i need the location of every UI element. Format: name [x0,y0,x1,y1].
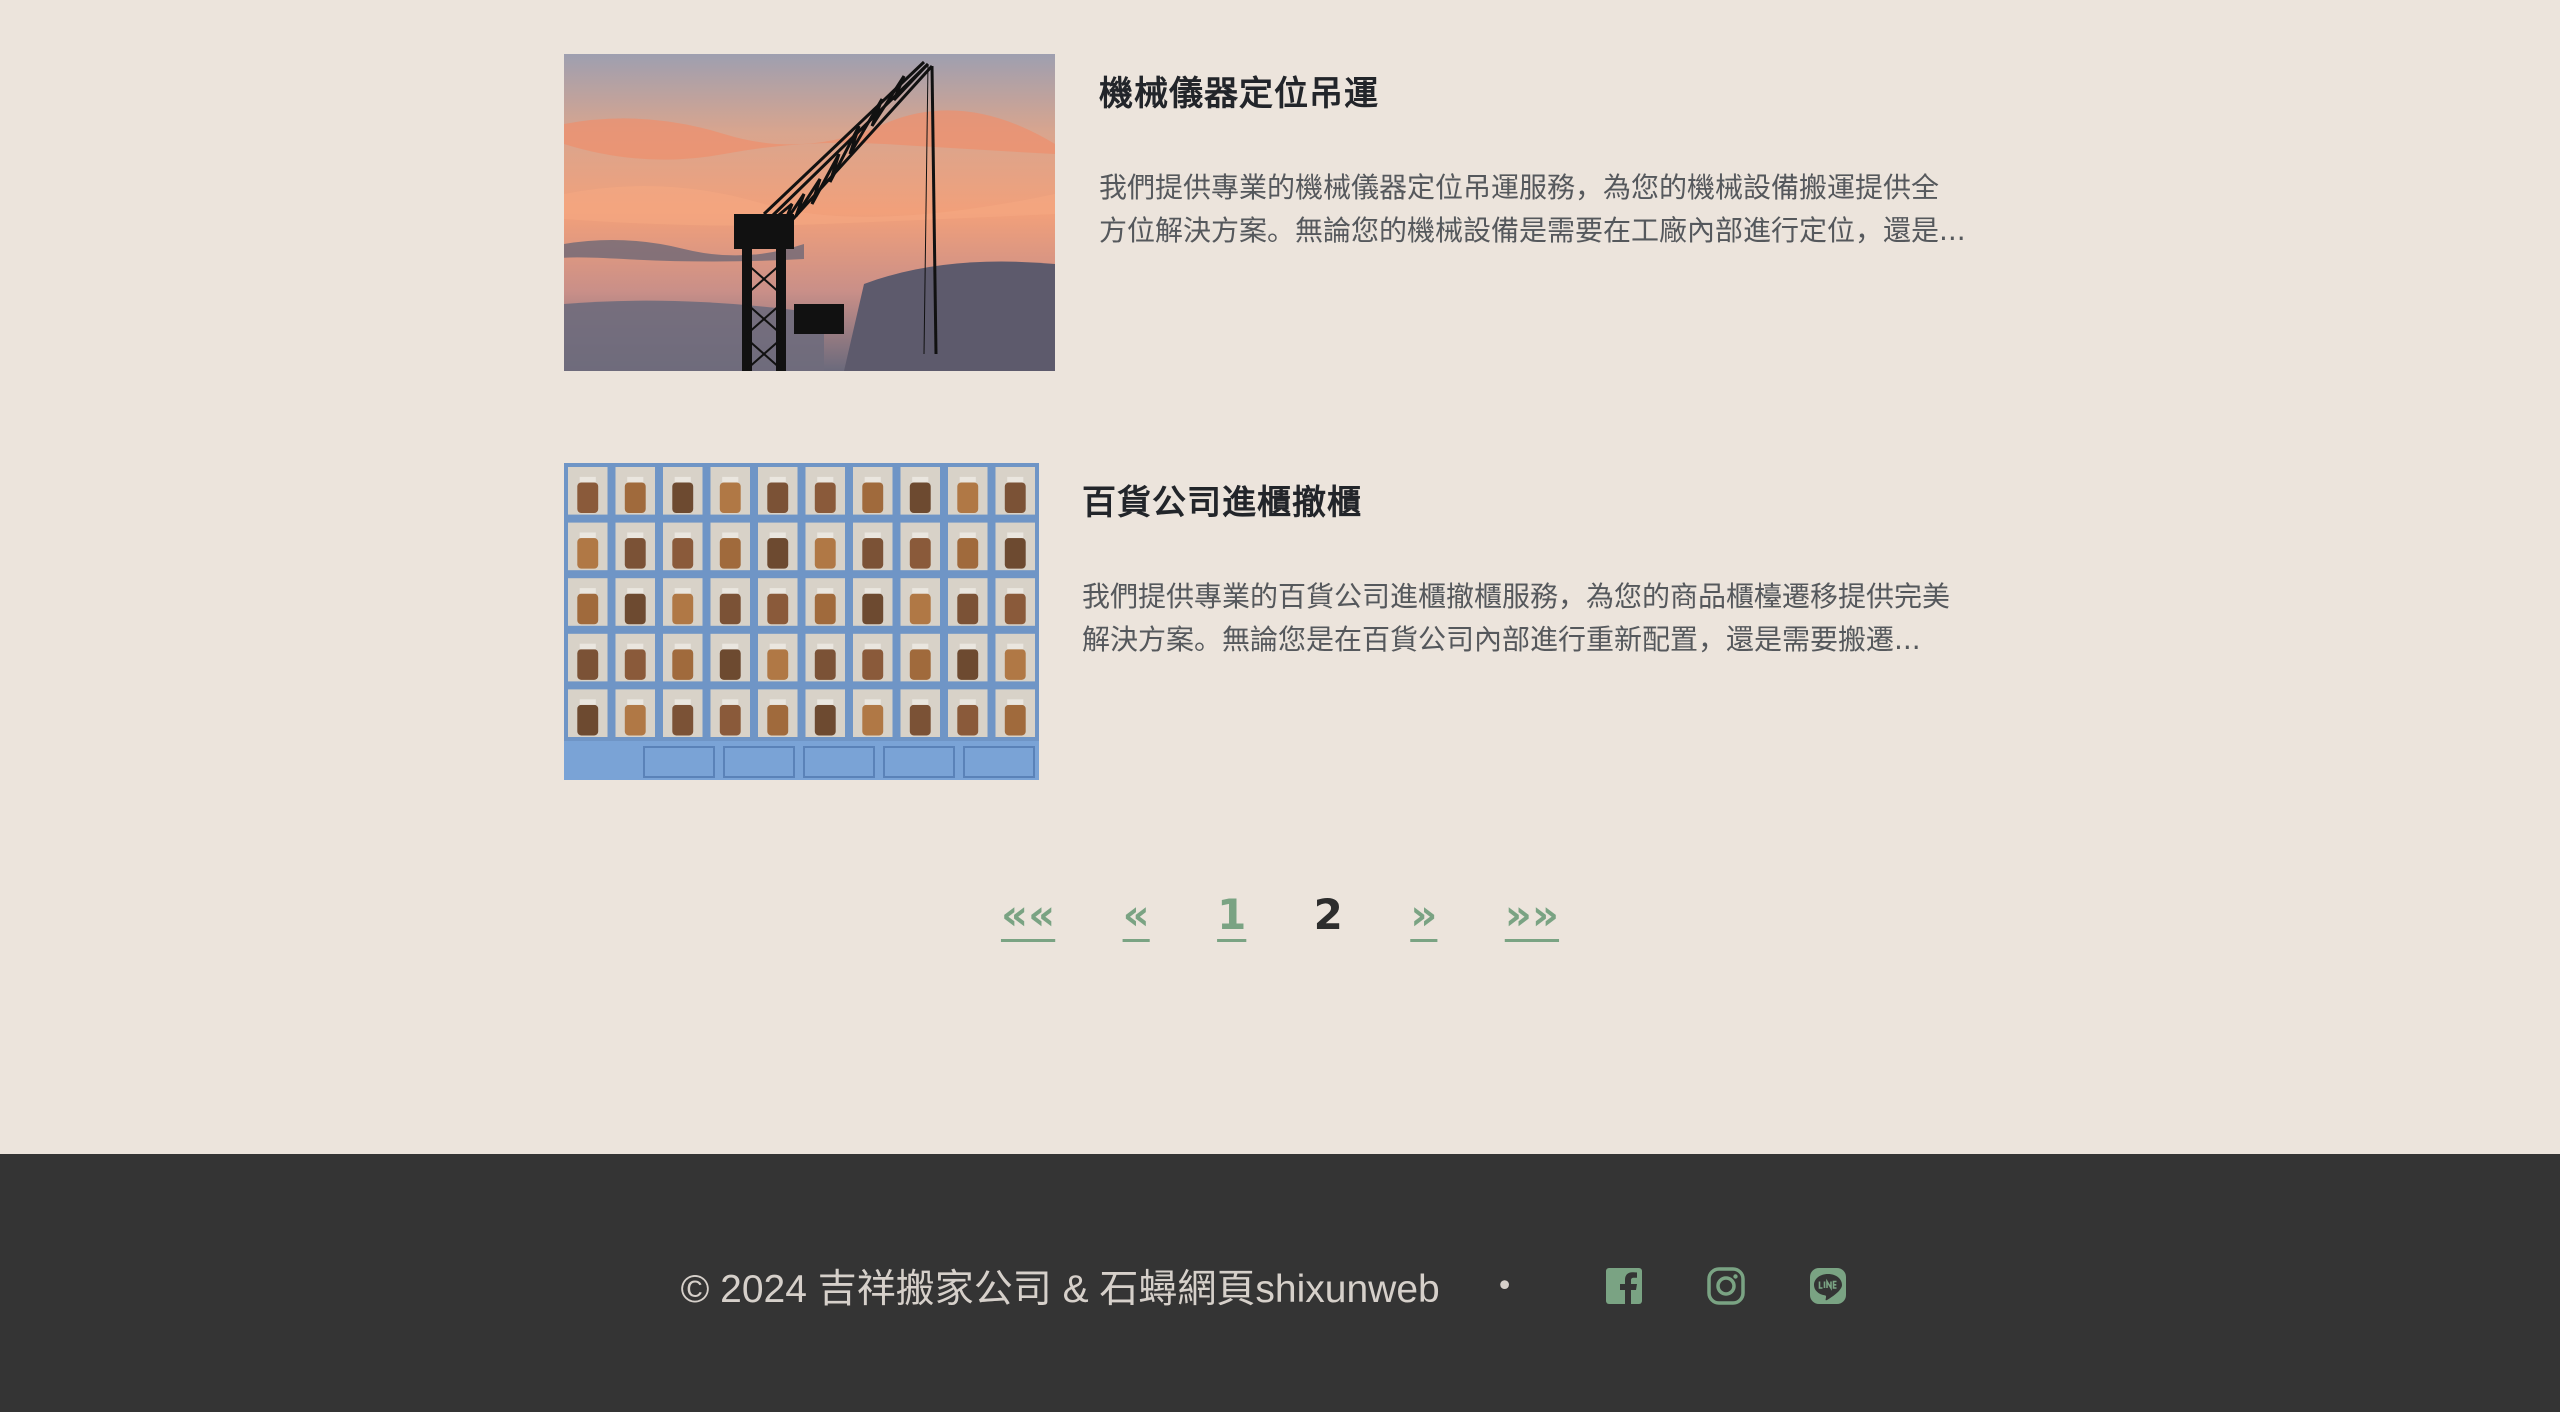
footer-separator: • [1495,1268,1514,1304]
post-title: 百貨公司進櫃撤櫃 [1082,481,1982,525]
pagination-current-page: 2 [1313,890,1343,939]
shelves-image [564,463,1039,780]
site-footer: © 2024 吉祥搬家公司 & 石蟳網頁shixunweb • [0,1154,2560,1412]
facebook-icon [1606,1268,1643,1304]
post-card: 百貨公司進櫃撤櫃 我們提供專業的百貨公司進櫃撤櫃服務，為您的商品櫃檯遷移提供完美… [564,463,1982,780]
post-thumbnail-shelves[interactable] [564,463,1039,780]
line-link[interactable] [1808,1266,1848,1306]
post-card: 機械儀器定位吊運 我們提供專業的機械儀器定位吊運服務，為您的機械設備搬運提供全 … [564,54,1999,371]
pagination-prev-link[interactable]: « [1123,885,1150,945]
copyright-text: © 2024 吉祥搬家公司 & 石蟳網頁shixunweb [680,1268,1440,1311]
footer-bar: © 2024 吉祥搬家公司 & 石蟳網頁shixunweb • [0,1254,2560,1318]
instagram-icon [1707,1267,1746,1305]
social-links [1573,1266,1879,1306]
pagination-last-link[interactable]: »» [1505,885,1559,945]
main-content: 機械儀器定位吊運 我們提供專業的機械儀器定位吊運服務，為您的機械設備搬運提供全 … [0,0,2560,1154]
pagination-first-link[interactable]: «« [1001,885,1055,945]
post-text: 百貨公司進櫃撤櫃 我們提供專業的百貨公司進櫃撤櫃服務，為您的商品櫃檯遷移提供完美… [1082,463,1982,661]
post-title: 機械儀器定位吊運 [1099,72,1999,116]
post-thumbnail-crane[interactable] [564,54,1055,371]
post-excerpt: 我們提供專業的機械儀器定位吊運服務，為您的機械設備搬運提供全 方位解決方案。無論… [1099,171,1966,247]
pagination: «« « 1 2 » »» [0,885,2560,945]
pagination-page-1-link[interactable]: 1 [1217,885,1246,945]
post-title-link[interactable]: 機械儀器定位吊運 [1099,74,1379,114]
crane-sunset-image [564,54,1055,371]
line-icon [1810,1268,1847,1304]
post-excerpt: 我們提供專業的百貨公司進櫃撤櫃服務，為您的商品櫃檯遷移提供完美 解決方案。無論您… [1082,580,1951,656]
facebook-link[interactable] [1604,1266,1644,1306]
pagination-next-link[interactable]: » [1410,885,1437,945]
instagram-link[interactable] [1706,1266,1746,1306]
post-text: 機械儀器定位吊運 我們提供專業的機械儀器定位吊運服務，為您的機械設備搬運提供全 … [1099,54,1999,252]
post-title-link[interactable]: 百貨公司進櫃撤櫃 [1082,483,1362,523]
